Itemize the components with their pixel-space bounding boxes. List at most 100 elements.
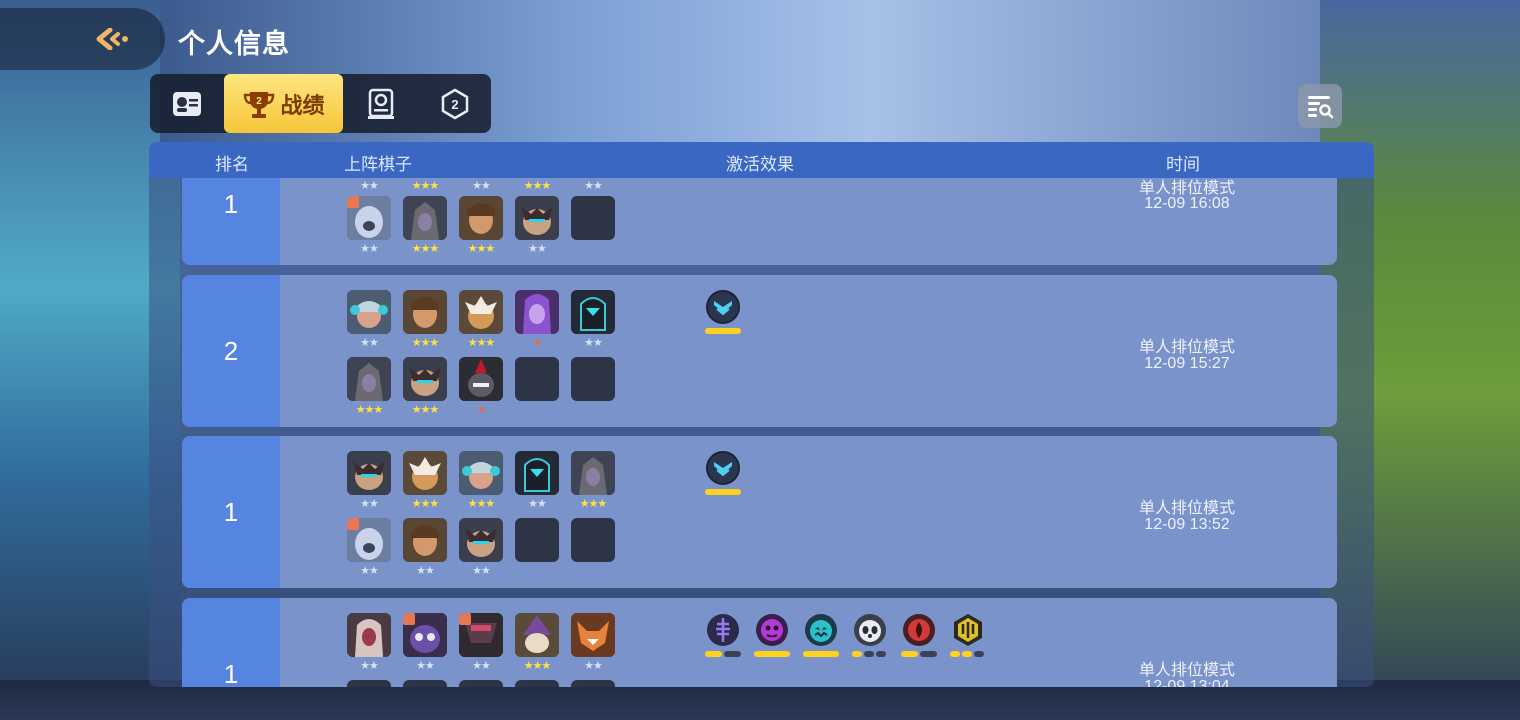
- trait-emblem-icon[interactable]: [705, 289, 741, 325]
- champion-piece[interactable]: [403, 518, 447, 562]
- empty-slot[interactable]: [515, 357, 559, 401]
- champion-piece[interactable]: [347, 680, 391, 687]
- match-row[interactable]: 2 ★★ ★★★ ★★★ ★ ★★ ★★★ ★★★ ★ 单人排位模式 12-09…: [182, 275, 1337, 427]
- tab-bar: 2 战绩 2: [150, 74, 491, 133]
- champion-piece[interactable]: [459, 357, 503, 401]
- match-row[interactable]: 1 ★★ ★★★ ★★ ★★★ ★★ ★★ ★★★ ★★★ ★★ 单人排位模式 …: [182, 178, 1337, 265]
- piece-stars: ★★: [360, 180, 379, 192]
- equip-tag: [347, 518, 359, 530]
- tab-rank-badge[interactable]: 2: [418, 74, 491, 133]
- champion-piece[interactable]: [459, 613, 503, 657]
- match-list[interactable]: 1 ★★ ★★★ ★★ ★★★ ★★ ★★ ★★★ ★★★ ★★ 单人排位模式 …: [149, 178, 1374, 687]
- champion-piece[interactable]: [459, 518, 503, 562]
- match-row[interactable]: 1 ★★ ★★★ ★★★ ★★ ★★★ ★★ ★★ ★★ 单人排位模式 12-0…: [182, 436, 1337, 588]
- tab-profile[interactable]: [150, 74, 224, 133]
- game-mode: 单人排位模式: [1138, 339, 1235, 356]
- empty-slot[interactable]: [515, 518, 559, 562]
- champion-piece[interactable]: [347, 451, 391, 495]
- champion-piece[interactable]: [403, 613, 447, 657]
- champion-piece[interactable]: [347, 290, 391, 334]
- piece-stars: ★★: [360, 498, 379, 510]
- svg-text:2: 2: [257, 96, 263, 107]
- piece-stars: ★★★: [411, 180, 440, 192]
- piece-stars: ★★: [360, 243, 379, 255]
- trident-trait-icon[interactable]: [950, 612, 986, 648]
- rank-value: 1: [182, 598, 280, 687]
- trait-emblem-icon[interactable]: [705, 450, 741, 486]
- back-button[interactable]: [0, 8, 165, 70]
- piece-stars: ★★: [584, 660, 603, 672]
- champion-piece[interactable]: [347, 357, 391, 401]
- hexagon-badge-icon: 2: [441, 88, 468, 119]
- champion-piece[interactable]: [515, 680, 559, 687]
- piece-stars: ★★: [528, 498, 547, 510]
- panda-trait-icon[interactable]: [852, 612, 888, 648]
- piece-stars: ★★: [360, 565, 379, 577]
- champion-piece[interactable]: [347, 613, 391, 657]
- champion-piece[interactable]: [347, 518, 391, 562]
- list-search-icon: [1308, 96, 1334, 119]
- header-pieces: 上阵棋子: [344, 155, 412, 174]
- champion-piece[interactable]: [459, 290, 503, 334]
- pumpkin-trait-icon[interactable]: [803, 612, 839, 648]
- tab-certificate[interactable]: [344, 74, 418, 133]
- piece-stars: ★★★: [523, 660, 552, 672]
- game-mode: 单人排位模式: [1138, 662, 1235, 679]
- rank-value: 2: [182, 275, 280, 427]
- piece-stars: ★★: [584, 337, 603, 349]
- champion-piece[interactable]: [403, 196, 447, 240]
- champion-piece[interactable]: [459, 680, 503, 687]
- match-row[interactable]: 1 ★★ ★★ ★★ ★★★ ★★ 单人排位模式 12-09 13:04: [182, 598, 1337, 687]
- champion-piece[interactable]: [571, 290, 615, 334]
- champion-piece[interactable]: [515, 290, 559, 334]
- empty-slot[interactable]: [571, 518, 615, 562]
- match-history-panel: 排名 上阵棋子 激活效果 时间 1 ★★ ★★★ ★★ ★★★ ★★ ★★ ★★…: [149, 142, 1374, 687]
- champion-piece[interactable]: [515, 451, 559, 495]
- piece-stars: ★★★: [467, 498, 496, 510]
- flame-trait-icon[interactable]: [901, 612, 937, 648]
- match-time: 12-09 15:27: [1144, 355, 1230, 372]
- trait-level-bar: [803, 651, 839, 657]
- champion-piece[interactable]: [571, 680, 615, 687]
- empty-slot[interactable]: [571, 357, 615, 401]
- match-time: 12-09 16:08: [1144, 195, 1230, 212]
- champion-piece[interactable]: [403, 451, 447, 495]
- champion-piece[interactable]: [403, 680, 447, 687]
- trait-level-bar: [705, 651, 741, 657]
- champion-piece[interactable]: [347, 196, 391, 240]
- champion-piece[interactable]: [571, 451, 615, 495]
- piece-stars: ★★: [472, 660, 491, 672]
- trait-level-bar: [950, 651, 984, 657]
- piece-stars: ★★: [360, 660, 379, 672]
- piece-stars: ★★★: [467, 243, 496, 255]
- equip-tag: [347, 196, 359, 208]
- header-effects: 激活效果: [726, 155, 794, 174]
- profile-card-icon: [173, 91, 201, 116]
- trait-level-bar: [852, 651, 886, 657]
- piece-stars: ★★★: [411, 337, 440, 349]
- fishbone-trait-icon[interactable]: [705, 612, 741, 648]
- table-header: 排名 上阵棋子 激活效果 时间: [149, 142, 1374, 178]
- rank-value: 1: [182, 436, 280, 588]
- tab-record[interactable]: 2 战绩: [224, 74, 343, 133]
- game-mode: 单人排位模式: [1138, 500, 1235, 517]
- piece-stars: ★★★: [411, 498, 440, 510]
- champion-piece[interactable]: [571, 613, 615, 657]
- champion-piece[interactable]: [459, 196, 503, 240]
- piece-stars: ★★★: [467, 337, 496, 349]
- champion-piece[interactable]: [515, 196, 559, 240]
- tab-spacer-2: [495, 74, 565, 133]
- piece-stars: ★★: [416, 565, 435, 577]
- piece-stars: ★★: [360, 337, 379, 349]
- trait-level-bar: [705, 489, 741, 495]
- champion-piece[interactable]: [515, 613, 559, 657]
- champion-piece[interactable]: [403, 357, 447, 401]
- empty-slot[interactable]: [571, 196, 615, 240]
- demon-trait-icon[interactable]: [754, 612, 790, 648]
- filter-button[interactable]: [1298, 84, 1342, 128]
- champion-piece[interactable]: [459, 451, 503, 495]
- champion-piece[interactable]: [403, 290, 447, 334]
- piece-stars: ★★: [528, 243, 547, 255]
- piece-stars: ★★: [472, 565, 491, 577]
- piece-stars: ★★★: [579, 498, 608, 510]
